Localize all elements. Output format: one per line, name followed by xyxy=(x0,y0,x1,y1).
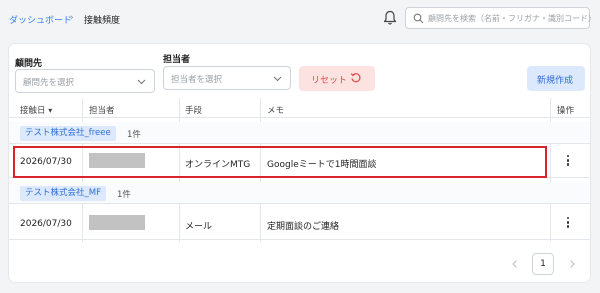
column-header-action: 操作 xyxy=(557,106,575,116)
group-header: テスト株式会社_MF 1件 xyxy=(9,182,590,204)
column-header-staff: 担当者 xyxy=(89,106,115,116)
staff-select[interactable]: 担当者を選択 xyxy=(163,66,291,90)
sort-desc-icon: ▾ xyxy=(48,106,53,115)
more-vertical-icon[interactable] xyxy=(566,217,570,229)
client-select-placeholder: 顧問先を選択 xyxy=(23,78,75,88)
group-count: 1件 xyxy=(127,130,141,140)
breadcrumb-current: 接触頻度 xyxy=(84,16,121,26)
chevron-down-icon xyxy=(273,76,282,82)
chevron-right-icon[interactable] xyxy=(566,258,578,270)
staff-name-redacted xyxy=(89,153,145,168)
row-date: 2026/07/30 xyxy=(20,157,72,167)
more-vertical-icon[interactable] xyxy=(566,155,570,167)
top-bar: ダッシュボード › 接触頻度 顧問先を検索（名前・フリガナ・識別コード） xyxy=(0,0,600,40)
bell-icon[interactable] xyxy=(383,10,397,26)
client-select[interactable]: 顧問先を選択 xyxy=(15,69,155,93)
search-placeholder: 顧問先を検索（名前・フリガナ・識別コード） xyxy=(428,14,596,23)
search-input[interactable]: 顧問先を検索（名前・フリガナ・識別コード） xyxy=(405,7,596,29)
search-icon xyxy=(413,13,424,24)
staff-select-placeholder: 担当者を選択 xyxy=(171,75,223,85)
group-header: テスト株式会社_freee 1件 xyxy=(9,122,590,144)
page-number-button[interactable]: 1 xyxy=(532,253,554,275)
group-name-tag: テスト株式会社_freee xyxy=(20,126,116,141)
column-header-date-label: 接触日 xyxy=(20,106,46,116)
new-create-button-label: 新規作成 xyxy=(537,75,574,85)
table-row[interactable]: 2026/07/30 メール 定期面談のご連絡 xyxy=(9,208,590,240)
chevron-down-icon xyxy=(137,79,146,85)
client-filter-label: 顧問先 xyxy=(15,59,43,69)
reset-button-label: リセット xyxy=(311,75,348,85)
row-method: オンラインMTG xyxy=(185,160,251,170)
staff-name-redacted xyxy=(89,215,145,230)
table-row[interactable]: 2026/07/30 オンラインMTG Googleミートで1時間面談 xyxy=(9,146,590,178)
staff-filter-label: 担当者 xyxy=(163,55,191,65)
refresh-icon xyxy=(350,73,361,83)
row-memo: 定期面談のご連絡 xyxy=(267,222,340,232)
breadcrumb-dashboard-link[interactable]: ダッシュボード xyxy=(9,13,72,26)
row-method: メール xyxy=(185,222,213,232)
row-date: 2026/07/30 xyxy=(20,219,72,229)
breadcrumb-separator: › xyxy=(70,13,74,23)
table-header: 接触日 ▾ 担当者 手段 メモ 操作 xyxy=(9,98,590,118)
row-memo: Googleミートで1時間面談 xyxy=(267,160,377,170)
group-name-tag: テスト株式会社_MF xyxy=(20,186,106,201)
column-header-date[interactable]: 接触日 ▾ xyxy=(20,104,52,116)
group-count: 1件 xyxy=(117,190,131,200)
contact-frequency-card: 顧問先 顧問先を選択 担当者 担当者を選択 リセット 新規作成 接触日 ▾ 担当… xyxy=(9,44,590,282)
column-header-method: 手段 xyxy=(185,106,203,116)
chevron-left-icon[interactable] xyxy=(509,258,521,270)
reset-button[interactable]: リセット xyxy=(299,66,375,91)
column-header-memo: メモ xyxy=(267,106,285,116)
new-create-button[interactable]: 新規作成 xyxy=(527,66,585,91)
